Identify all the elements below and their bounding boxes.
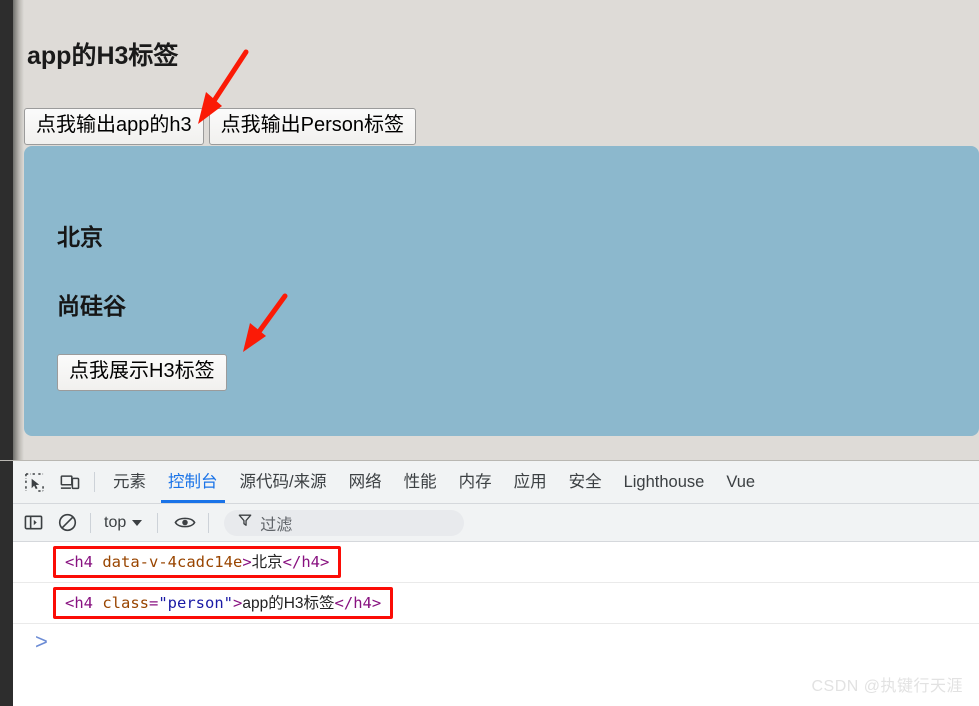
log0-bracket: > [242, 553, 252, 571]
log1-attr: class [102, 594, 149, 612]
person-component-panel: 北京 尚硅谷 点我展示H3标签 [24, 146, 979, 436]
toolbar-divider [94, 472, 95, 492]
tab-network[interactable]: 网络 [338, 461, 393, 503]
log0-closing: </h4> [282, 553, 330, 571]
log1-text: app的H3标签 [242, 595, 335, 612]
execution-context-select[interactable]: top [98, 512, 148, 534]
live-expression-icon[interactable] [171, 510, 199, 536]
console-prompt-row[interactable]: > [13, 624, 979, 660]
page-button-row: 点我输出app的h3 点我输出Person标签 [24, 108, 416, 145]
log1-eq: = [149, 594, 159, 612]
inspect-element-icon[interactable] [19, 467, 49, 497]
filter-funnel-icon [238, 513, 252, 532]
console-log-highlight: <h4 data-v-4cadc14e>北京</h4> [53, 546, 342, 578]
output-person-button[interactable]: 点我输出Person标签 [208, 108, 416, 145]
chevron-down-icon [132, 519, 143, 526]
console-log-row[interactable]: <h4 class="person">app的H3标签</h4> [13, 583, 979, 624]
city-label: 北京 [57, 224, 103, 250]
console-log-code: <h4 data-v-4cadc14e>北京</h4> [65, 553, 329, 571]
log0-attr: data-v-4cadc14e [102, 553, 243, 571]
tab-application[interactable]: 应用 [503, 461, 558, 503]
browser-left-edge [0, 0, 13, 460]
screenshot-root: app的H3标签 点我输出app的h3 点我输出Person标签 北京 尚硅谷 … [0, 0, 979, 706]
log0-text: 北京 [251, 554, 283, 571]
filter-placeholder: 过滤 [260, 516, 293, 534]
devtools-panel: 元素 控制台 源代码/来源 网络 性能 内存 应用 安全 Lighthouse … [0, 460, 979, 706]
filterbar-divider-3 [208, 512, 210, 533]
console-log-row[interactable]: <h4 data-v-4cadc14e>北京</h4> [13, 542, 979, 583]
browser-left-gradient [13, 0, 24, 460]
tab-lighthouse[interactable]: Lighthouse [613, 461, 716, 503]
console-log-highlight: <h4 class="person">app的H3标签</h4> [53, 587, 394, 619]
devtools-left-rail [0, 461, 13, 706]
school-label: 尚硅谷 [57, 293, 126, 319]
tab-security[interactable]: 安全 [558, 461, 613, 503]
log1-bracket: > [233, 594, 243, 612]
output-app-h3-button[interactable]: 点我输出app的h3 [24, 108, 204, 145]
console-log-code: <h4 class="person">app的H3标签</h4> [65, 594, 381, 612]
tab-sources[interactable]: 源代码/来源 [229, 461, 338, 503]
filterbar-divider-2 [157, 512, 159, 533]
clear-console-icon[interactable] [53, 510, 81, 536]
tab-elements[interactable]: 元素 [102, 461, 157, 503]
show-h3-button-wrap: 点我展示H3标签 [57, 354, 227, 391]
console-filter-input[interactable]: 过滤 [224, 509, 465, 536]
console-prompt-caret: > [35, 629, 48, 654]
log1-closing: </h4> [334, 594, 382, 612]
console-filter-bar: top 过滤 [13, 504, 979, 542]
log1-open: <h4 [65, 594, 103, 612]
tab-performance[interactable]: 性能 [393, 461, 448, 503]
rendered-page: app的H3标签 点我输出app的h3 点我输出Person标签 北京 尚硅谷 … [24, 0, 979, 460]
tab-vue[interactable]: Vue [715, 461, 766, 503]
tab-console[interactable]: 控制台 [157, 461, 229, 503]
filterbar-divider-1 [90, 512, 91, 533]
log0-open: <h4 [65, 553, 103, 571]
watermark: CSDN @执键行天涯 [811, 678, 963, 695]
console-sidebar-icon[interactable] [19, 510, 47, 536]
log1-value: "person" [158, 594, 233, 612]
tab-memory[interactable]: 内存 [448, 461, 503, 503]
devtools-tabstrip: 元素 控制台 源代码/来源 网络 性能 内存 应用 安全 Lighthouse … [13, 461, 979, 504]
execution-context-value: top [104, 513, 127, 531]
show-h3-button[interactable]: 点我展示H3标签 [57, 354, 227, 391]
device-toolbar-icon[interactable] [55, 467, 85, 497]
page-title: app的H3标签 [27, 42, 179, 70]
